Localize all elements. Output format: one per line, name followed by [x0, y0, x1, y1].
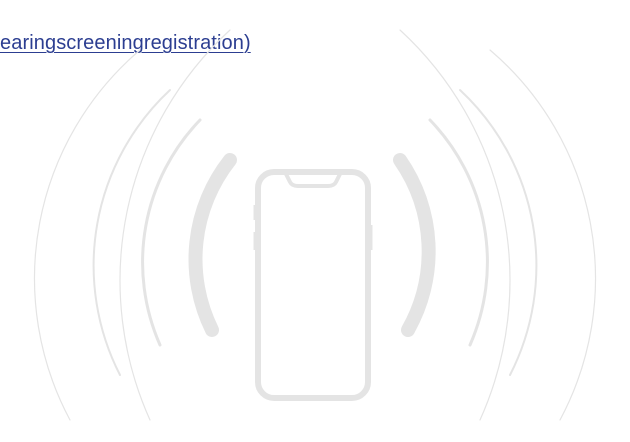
- signal-arc-right-2: [489, 49, 597, 421]
- signal-arc-left-3: [92, 89, 171, 376]
- signal-arc-left-5: [188, 153, 237, 337]
- page: earingscreeningregistration): [0, 0, 630, 442]
- signal-arc-right-1: [399, 29, 511, 421]
- phone-ringing-icon: [33, 29, 597, 421]
- phone-icon: [253, 169, 373, 401]
- signal-arc-right-3: [459, 89, 538, 376]
- signal-arc-left-2: [33, 49, 141, 421]
- signal-arc-left-1: [119, 29, 231, 421]
- signal-arc-right-4: [428, 118, 489, 347]
- signal-arc-right-5: [393, 153, 436, 337]
